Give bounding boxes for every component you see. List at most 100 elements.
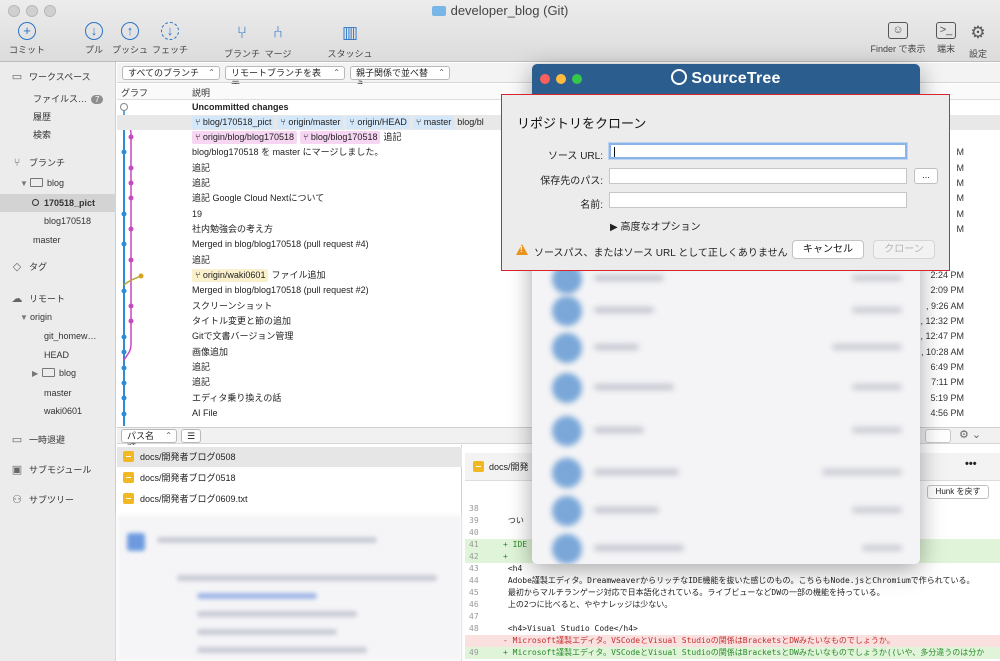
- sidebar: ▭ ワークスペース ファイルス… 7 履歴 検索 ⑂ ブランチ ▼ blog 17051…: [0, 62, 116, 661]
- settings-button[interactable]: ⚙ 設定: [964, 22, 992, 60]
- submodule-icon: ▣: [11, 464, 23, 476]
- clone-button[interactable]: クローン: [873, 240, 935, 259]
- file-row[interactable]: docs/開発者ブログ0609.txt: [117, 489, 462, 509]
- sidebar-item-tags[interactable]: ◇ タグ: [0, 260, 116, 273]
- sidebar-item-remote-blog[interactable]: ▶ blog: [0, 368, 116, 378]
- sidebar-item-branches[interactable]: ⑂ ブランチ: [0, 156, 116, 169]
- sidebar-item-file-status[interactable]: ファイルス… 7: [0, 92, 116, 105]
- advanced-options-toggle[interactable]: ▶ 高度なオプション: [610, 218, 700, 233]
- terminal-icon: >_: [936, 22, 956, 39]
- destination-path-input[interactable]: [609, 168, 907, 184]
- sidebar-item-branch-folder-blog[interactable]: ▼ blog: [0, 178, 116, 188]
- repo-list-item[interactable]: [552, 494, 902, 528]
- branch-button[interactable]: ⑂ ブランチ: [222, 22, 262, 60]
- sidebar-item-branch-master[interactable]: master: [0, 235, 116, 245]
- sidebar-item-search[interactable]: 検索: [0, 128, 116, 141]
- sidebar-item-remote-waki0601[interactable]: waki0601: [0, 406, 116, 416]
- branch-tag: ⑂ origin/master: [277, 116, 344, 129]
- repo-list-item[interactable]: [552, 371, 902, 405]
- disclosure-triangle-icon: ▶: [32, 369, 39, 378]
- source-url-label: ソース URL:: [547, 151, 603, 162]
- merge-button[interactable]: ⑃ マージ: [262, 22, 294, 60]
- dialog-title: リポジトリをクローン: [517, 116, 647, 131]
- sourcetree-logo-icon: [671, 69, 688, 85]
- repo-list-item[interactable]: [552, 456, 902, 490]
- text-caret: [614, 147, 615, 157]
- current-branch-dot-icon: [32, 199, 39, 206]
- finder-icon: ☺: [888, 22, 908, 39]
- merge-icon: ⑃: [272, 23, 284, 42]
- sidebar-item-submodules[interactable]: ▣ サブモジュール: [0, 463, 116, 476]
- sidebar-item-remote-head[interactable]: HEAD: [0, 350, 116, 360]
- diff-line: 44 Adobe謹製エディタ。DreamweaverからリッチなIDE機能を抜い…: [469, 576, 975, 585]
- monitor-icon: ▭: [11, 71, 23, 83]
- modified-file-icon: [123, 472, 134, 483]
- file-row[interactable]: docs/開発者ブログ0518: [117, 468, 462, 488]
- push-button[interactable]: ↑ プッシュ: [110, 22, 150, 56]
- commit-button[interactable]: + コミット: [7, 22, 47, 56]
- branch-tag: ⑂ origin/waki0601: [192, 269, 269, 282]
- sidebar-item-remote-master[interactable]: master: [0, 388, 116, 398]
- folder-icon: [30, 178, 43, 187]
- more-options-button[interactable]: •••: [965, 458, 977, 470]
- window-title: developer_blog (Git): [0, 3, 1000, 18]
- folder-icon: [431, 6, 446, 16]
- folder-icon: [42, 368, 55, 377]
- modified-file-icon: [123, 451, 134, 462]
- branch-tag: ⑂ master: [412, 116, 455, 129]
- sidebar-item-history[interactable]: 履歴: [0, 110, 116, 123]
- branch-tag: ⑂ origin/blog/blog170518: [192, 131, 297, 144]
- plus-icon: +: [18, 22, 36, 40]
- stash-button[interactable]: ▥ スタッシュ: [325, 22, 375, 60]
- sidebar-item-branch-blog170518[interactable]: blog170518: [0, 216, 116, 226]
- discard-hunk-button[interactable]: Hunk を戻す: [927, 485, 989, 499]
- changed-files-pane: docs/開発者ブログ0508 docs/開発者ブログ0518 docs/開発者…: [117, 445, 462, 661]
- fetch-button[interactable]: ↓ フェッチ: [150, 22, 190, 56]
- sidebar-item-remotes[interactable]: ☁ リモート: [0, 292, 116, 305]
- gear-menu-button[interactable]: ⚙ ⌄: [959, 428, 989, 443]
- description-column-header[interactable]: 説明: [192, 86, 210, 99]
- name-label: 名前:: [580, 200, 603, 211]
- pull-button[interactable]: ↓ プル: [78, 22, 110, 56]
- arrow-up-icon: ↑: [121, 22, 139, 40]
- modified-file-icon: [473, 461, 484, 472]
- gear-icon: ⚙: [970, 23, 986, 42]
- sourcetree-logo: SourceTree: [532, 69, 920, 88]
- sidebar-item-remote-git-homework[interactable]: git_homew…: [0, 331, 116, 341]
- modified-file-icon: [123, 493, 134, 504]
- branch-tag: ⑂ origin/HEAD: [346, 116, 410, 129]
- repo-list-item[interactable]: [552, 294, 902, 328]
- branch-filter-select[interactable]: すべてのブランチ: [122, 66, 220, 80]
- remote-branch-filter-select[interactable]: リモートブランチを表示: [225, 66, 345, 90]
- tag-icon: ◇: [12, 261, 22, 273]
- sidebar-item-subtrees[interactable]: ⚇ サブツリー: [0, 493, 116, 506]
- sourcetree-titlebar: SourceTree: [532, 64, 920, 94]
- diff-line: 43 <h4: [469, 564, 523, 573]
- search-field[interactable]: [925, 429, 951, 443]
- show-in-finder-button[interactable]: ☺ Finder で表示: [866, 22, 930, 55]
- branch-icon: ⑂: [236, 23, 248, 42]
- repo-list-item[interactable]: [552, 331, 902, 365]
- repo-list-item[interactable]: [552, 414, 902, 448]
- file-row[interactable]: docs/開発者ブログ0508: [117, 447, 462, 467]
- graph-column-header[interactable]: グラフ: [121, 86, 148, 99]
- name-input[interactable]: [609, 192, 907, 208]
- terminal-button[interactable]: >_ 端末: [930, 22, 962, 55]
- cancel-button[interactable]: キャンセル: [792, 240, 864, 259]
- browse-button[interactable]: ...: [914, 168, 938, 184]
- repo-list-item[interactable]: [552, 532, 902, 564]
- source-url-input[interactable]: [609, 143, 907, 159]
- diff-line: 47: [469, 612, 479, 621]
- list-view-toggle[interactable]: ☰: [181, 429, 201, 443]
- sidebar-item-remote-origin[interactable]: ▼ origin: [0, 312, 116, 322]
- disclosure-triangle-icon: ▼: [20, 313, 28, 322]
- sidebar-item-workspace[interactable]: ▭ ワークスペース: [0, 70, 116, 83]
- sidebar-item-current-branch[interactable]: 170518_pict: [0, 194, 116, 212]
- cloud-icon: ☁: [11, 293, 23, 305]
- subtree-icon: ⚇: [12, 494, 22, 506]
- sidebar-item-stashes[interactable]: ▭ 一時退避: [0, 433, 116, 446]
- file-sort-select[interactable]: パス名順: [121, 429, 177, 453]
- sort-order-select[interactable]: 親子関係で並べ替え: [350, 66, 450, 90]
- branch-icon: ⑂: [13, 157, 21, 169]
- branch-tag: ⑂ blog/170518_pict: [192, 116, 275, 129]
